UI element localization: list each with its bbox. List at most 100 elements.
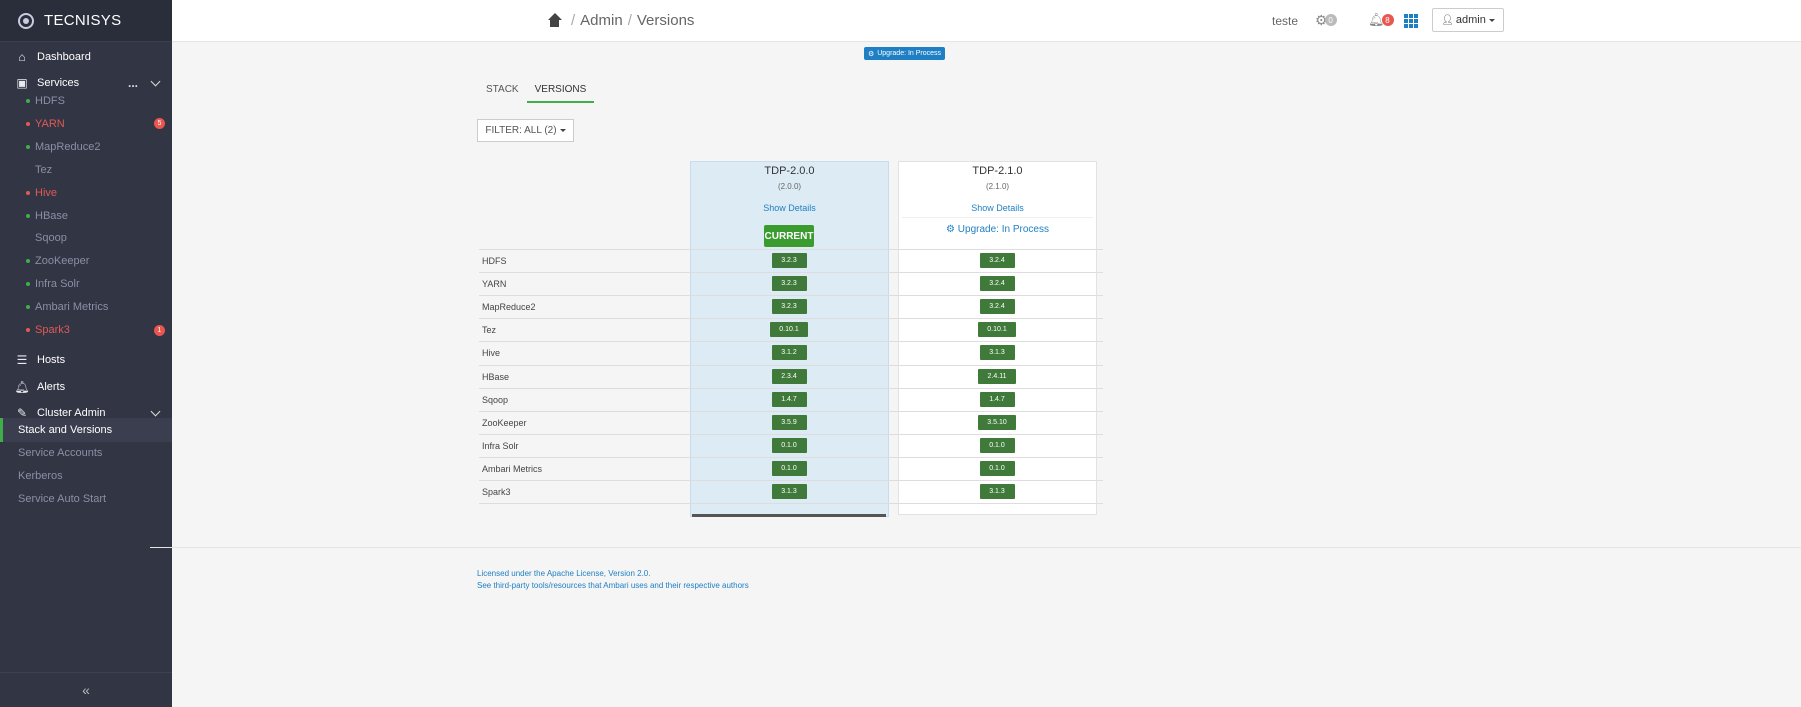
brand-name: TECNISYS [44, 12, 122, 29]
background-ops-button[interactable]: ⚙ 0 [1315, 13, 1337, 27]
sidebar-service-item[interactable]: Hive [0, 182, 172, 204]
footer-divider [150, 547, 1801, 548]
briefcase-icon: ▣ [16, 76, 28, 90]
sidebar-service-item[interactable]: MapReduce2 [0, 136, 172, 158]
upgrade-in-process-link[interactable]: ⚙ Upgrade: In Process [898, 224, 1097, 235]
chevron-down-icon[interactable] [150, 408, 160, 418]
row-divider [479, 272, 1103, 274]
nav-alerts-label: Alerts [37, 381, 66, 393]
version-tag: 3.1.2 [771, 345, 807, 361]
brand[interactable]: TECNISYS [0, 0, 172, 42]
sidebar-service-item[interactable]: Infra Solr [0, 273, 172, 295]
chevron-down-icon[interactable] [150, 78, 160, 88]
row-divider [479, 433, 1103, 435]
sidebar-service-item[interactable]: Ambari Metrics [0, 296, 172, 318]
version-tag: 1.4.7 [771, 391, 807, 407]
row-divider [479, 364, 1103, 366]
version-tag: 1.4.7 [979, 391, 1015, 407]
tab-versions[interactable]: VERSIONS [526, 84, 595, 103]
show-details-link[interactable]: Show Details [898, 203, 1097, 213]
views-grid-icon[interactable] [1404, 14, 1418, 28]
sidebar-service-label: Tez [35, 163, 53, 176]
status-dot-icon [26, 213, 30, 218]
status-dot-icon [26, 121, 30, 126]
version-tag: 0.1.0 [771, 460, 807, 476]
filter-dropdown[interactable]: FILTER: ALL (2) [477, 119, 574, 142]
user-menu-button[interactable]: 👤︎ admin [1432, 8, 1504, 32]
sidebar-cluster-item[interactable]: Service Accounts [0, 441, 172, 465]
status-dot-icon [26, 99, 30, 103]
breadcrumb-separator: / [627, 12, 632, 29]
sidebar-service-item[interactable]: YARN 5 [0, 113, 172, 135]
version-tag: 3.5.10 [978, 414, 1016, 430]
version-tag: 2.3.4 [771, 368, 807, 384]
nav-hosts-label: Hosts [37, 354, 66, 366]
row-divider [479, 410, 1103, 412]
service-name: HDFS [482, 256, 507, 266]
sidebar-service-item[interactable]: HDFS [0, 90, 172, 112]
status-dot-icon [26, 328, 30, 332]
status-dot-icon [26, 259, 30, 264]
service-name: Tez [482, 325, 497, 336]
nav-alerts[interactable]: 🔔︎ Alerts [0, 375, 172, 399]
sidebar-service-item[interactable]: HBase [0, 205, 172, 227]
sidebar-cluster-item[interactable]: Stack and Versions [0, 418, 172, 442]
service-name: ZooKeeper [482, 417, 527, 428]
sidebar-service-label: YARN [35, 117, 65, 130]
row-divider [479, 480, 1103, 481]
nav-dashboard[interactable]: ⌂ Dashboard [0, 45, 172, 69]
sidebar-service-item[interactable]: Sqoop [0, 227, 172, 249]
breadcrumb-admin[interactable]: Admin [580, 12, 623, 29]
row-divider [479, 341, 1103, 343]
version-tag: 0.1.0 [979, 460, 1015, 476]
home-icon: ⌂ [18, 50, 26, 64]
license-link[interactable]: Licensed under the Apache License, Versi… [477, 569, 650, 578]
service-name: MapReduce2 [482, 302, 536, 313]
third-party-link[interactable]: See third-party tools/resources that Amb… [477, 581, 749, 590]
divider [902, 217, 1093, 218]
version-tag: 3.5.9 [771, 414, 807, 430]
double-chevron-left-icon: « [82, 682, 90, 698]
version-tag: 0.1.0 [979, 437, 1015, 453]
caret-down-icon [559, 129, 566, 132]
nav-services-label: Services [37, 77, 80, 89]
version-tag: 3.2.4 [979, 299, 1015, 315]
version-tag: 2.4.11 [978, 368, 1016, 384]
alerts-button[interactable]: 🔔︎ 8 [1368, 13, 1394, 27]
version-number: (2.0.0) [777, 182, 802, 191]
version-tag: 0.1.0 [771, 437, 807, 453]
sidebar-service-item[interactable]: Spark3 1 [0, 319, 172, 341]
sidebar-cluster-item[interactable]: Service Auto Start [0, 487, 172, 511]
sidebar-service-item[interactable]: ZooKeeper [0, 250, 172, 272]
service-name: HBase [482, 371, 510, 382]
version-tag: 3.2.3 [771, 299, 807, 315]
alert-count-badge: 5 [154, 118, 165, 130]
sidebar-service-item[interactable]: Tez [0, 159, 172, 181]
tab-bar: STACK VERSIONS [478, 84, 595, 103]
version-tag: 3.2.3 [771, 253, 807, 268]
row-divider [479, 249, 1103, 250]
sidebar-service-label: ZooKeeper [35, 255, 90, 268]
row-divider [479, 503, 1103, 505]
nav-dashboard-label: Dashboard [37, 51, 91, 63]
show-details-link[interactable]: Show Details [690, 203, 889, 213]
upgrade-in-process-label: Upgrade: In Process [957, 224, 1049, 235]
collapse-sidebar-button[interactable]: « [0, 672, 172, 707]
status-dot-icon [26, 305, 30, 310]
sidebar-cluster-item[interactable]: Kerberos [0, 464, 172, 488]
gear-icon: ⚙ [946, 224, 955, 235]
tab-stack[interactable]: STACK [478, 84, 527, 103]
sidebar-service-label: HDFS [35, 95, 65, 107]
logo-icon [18, 12, 34, 29]
sidebar: TECNISYS ⌂ Dashboard ▣ Services ... HDFS… [0, 0, 172, 707]
service-name: YARN [482, 279, 507, 290]
services-more-button[interactable]: ... [128, 76, 138, 90]
home-icon[interactable] [547, 13, 562, 28]
version-tag: 0.10.1 [770, 322, 808, 338]
sidebar-service-label: HBase [35, 209, 69, 222]
nav-hosts[interactable]: ☰ Hosts [0, 348, 172, 372]
cluster-name[interactable]: teste [1272, 14, 1298, 28]
upgrade-status-banner[interactable]: ⚙ Upgrade: In Process [864, 47, 945, 60]
row-divider [479, 387, 1103, 389]
row-divider [479, 318, 1103, 320]
